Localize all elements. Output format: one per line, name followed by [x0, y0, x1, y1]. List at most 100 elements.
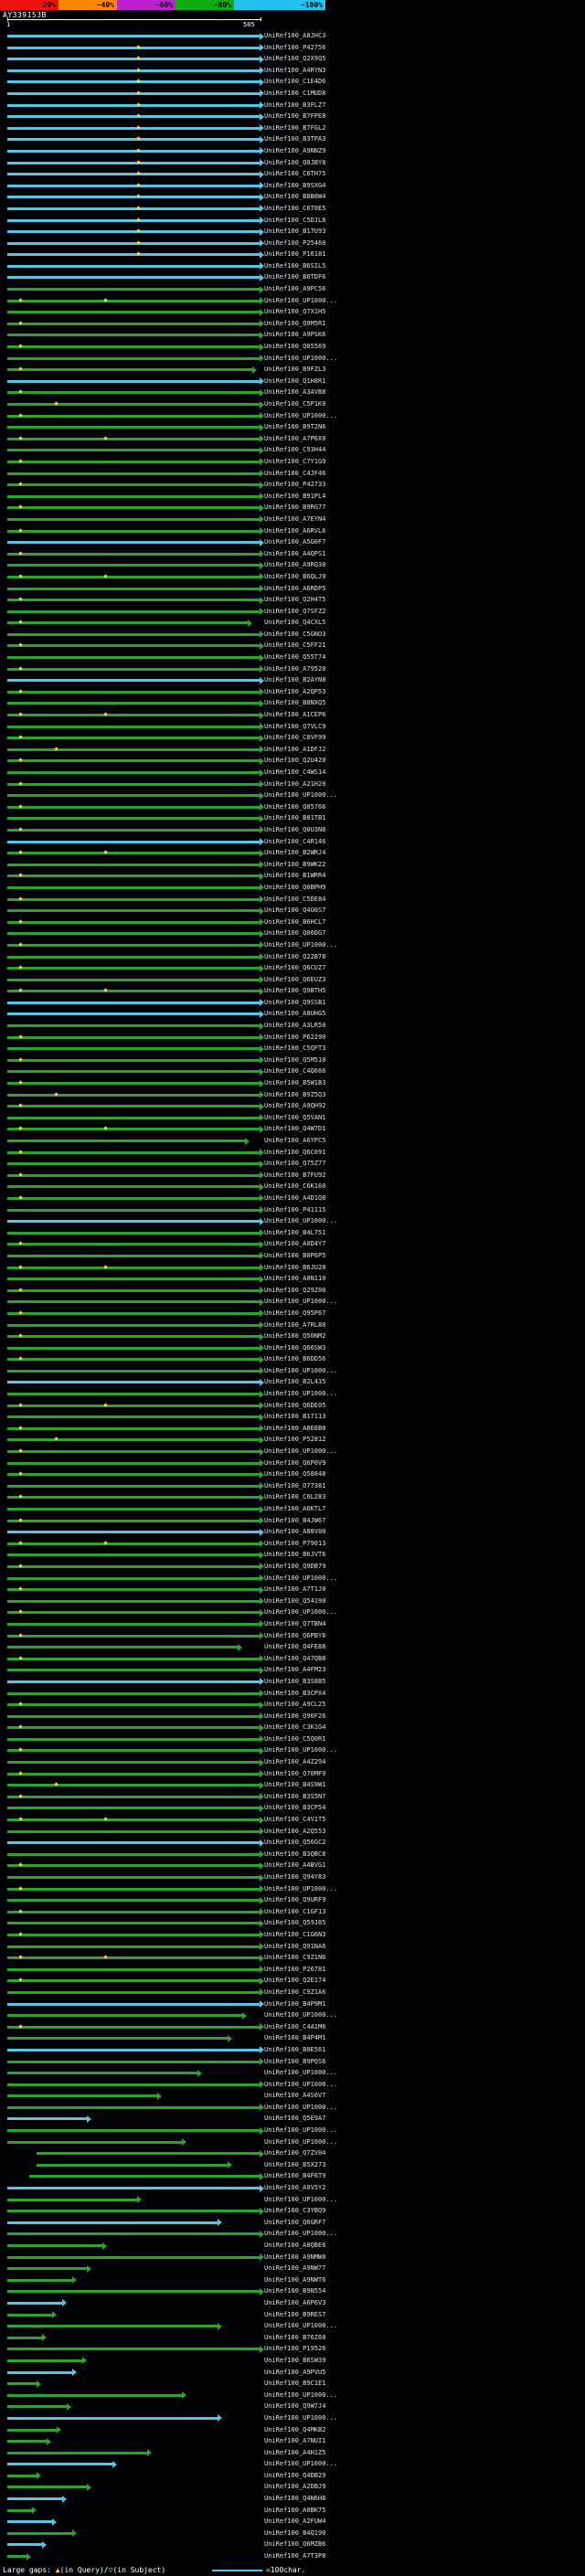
- hit-bar[interactable]: [7, 1519, 261, 1522]
- hit-bar[interactable]: [7, 1657, 261, 1660]
- hit-id-label[interactable]: UniRef100_Q47QB8: [264, 1655, 325, 1663]
- hit-id-label[interactable]: UniRef100_P42756: [264, 44, 325, 52]
- hit-bar[interactable]: [7, 1220, 261, 1224]
- hit-id-label[interactable]: UniRef100_B91PL4: [264, 493, 325, 501]
- hit-id-label[interactable]: UniRef100_B6HCL7: [264, 918, 325, 927]
- hit-bar[interactable]: [7, 253, 261, 257]
- hit-id-label[interactable]: UniRef100_UP1000...: [264, 1574, 337, 1583]
- hit-bar[interactable]: [7, 2232, 261, 2236]
- hit-id-label[interactable]: UniRef100_C5Q0R1: [264, 1735, 325, 1744]
- hit-bar[interactable]: [7, 1473, 261, 1477]
- hit-bar[interactable]: [7, 2440, 48, 2443]
- hit-bar[interactable]: [7, 978, 261, 981]
- hit-id-label[interactable]: UniRef100_P26781: [264, 1966, 325, 1974]
- hit-id-label[interactable]: UniRef100_Q4MKB2: [264, 2426, 325, 2434]
- hit-id-label[interactable]: UniRef100_Q2U420: [264, 757, 325, 765]
- hit-id-label[interactable]: UniRef100_Q6BPH9: [264, 884, 325, 892]
- hit-id-label[interactable]: UniRef100_B2WRJ4: [264, 849, 325, 857]
- hit-bar[interactable]: [7, 506, 261, 510]
- hit-id-label[interactable]: UniRef100_B2AYN8: [264, 676, 325, 684]
- hit-bar[interactable]: [7, 587, 261, 590]
- hit-bar[interactable]: [7, 1979, 261, 1983]
- hit-id-label[interactable]: UniRef100_B9SXG4: [264, 182, 325, 190]
- hit-bar[interactable]: [7, 1070, 261, 1074]
- hit-id-label[interactable]: UniRef100_A3AVB8: [264, 388, 325, 397]
- hit-bar[interactable]: [7, 1680, 261, 1683]
- hit-bar[interactable]: [7, 230, 261, 234]
- hit-id-label[interactable]: UniRef100_Q4G0S7: [264, 906, 325, 915]
- hit-id-label[interactable]: UniRef100_Q50NM2: [264, 1332, 325, 1341]
- hit-bar[interactable]: [7, 264, 261, 268]
- hit-bar[interactable]: [7, 2463, 112, 2466]
- hit-bar[interactable]: [7, 714, 261, 717]
- hit-bar[interactable]: [7, 575, 261, 578]
- hit-bar[interactable]: [7, 1795, 261, 1798]
- hit-id-label[interactable]: UniRef100_B17U93: [264, 228, 325, 236]
- hit-bar[interactable]: [7, 1922, 261, 1925]
- hit-bar[interactable]: [7, 449, 261, 452]
- hit-id-label[interactable]: UniRef100_A4Z294: [264, 1758, 325, 1766]
- hit-bar[interactable]: [7, 149, 261, 153]
- hit-bar[interactable]: [7, 2497, 62, 2501]
- hit-id-label[interactable]: UniRef100_C1MUD8: [264, 90, 325, 98]
- hit-id-label[interactable]: UniRef100_C3K1G4: [264, 1723, 325, 1732]
- hit-id-label[interactable]: UniRef100_C3YBQ9: [264, 2207, 325, 2215]
- hit-id-label[interactable]: UniRef100_Q6EUZ3: [264, 976, 325, 984]
- hit-bar[interactable]: [7, 702, 261, 705]
- hit-id-label[interactable]: UniRef100_B0P6P5: [264, 1252, 325, 1260]
- hit-id-label[interactable]: UniRef100_UP1000...: [264, 2391, 337, 2400]
- hit-id-label[interactable]: UniRef100_B8NXQ5: [264, 699, 325, 707]
- hit-bar[interactable]: [7, 1933, 261, 1936]
- hit-bar[interactable]: [7, 2416, 218, 2420]
- hit-id-label[interactable]: UniRef100_UP1000...: [264, 297, 337, 305]
- hit-bar[interactable]: [7, 1726, 261, 1730]
- hit-id-label[interactable]: UniRef100_Q55T74: [264, 653, 325, 662]
- hit-bar[interactable]: [7, 1208, 261, 1212]
- hit-bar[interactable]: [7, 1531, 261, 1534]
- hit-id-label[interactable]: UniRef100_UP1000...: [264, 2230, 337, 2238]
- hit-bar[interactable]: [7, 494, 261, 498]
- hit-id-label[interactable]: UniRef100_Q9M5R1: [264, 320, 325, 328]
- hit-id-label[interactable]: UniRef100_C1GF13: [264, 1908, 325, 1916]
- hit-id-label[interactable]: UniRef100_C6L283: [264, 1493, 325, 1501]
- hit-bar[interactable]: [7, 541, 261, 545]
- hit-bar[interactable]: [7, 2060, 261, 2063]
- hit-bar[interactable]: [7, 737, 261, 740]
- hit-bar[interactable]: [7, 1990, 261, 1994]
- hit-bar[interactable]: [7, 1288, 261, 1292]
- hit-bar[interactable]: [7, 1128, 261, 1131]
- hit-bar[interactable]: [7, 621, 248, 625]
- hit-bar[interactable]: [7, 138, 261, 142]
- hit-id-label[interactable]: UniRef100_Q06DG7: [264, 929, 325, 938]
- hit-bar[interactable]: [7, 1173, 261, 1177]
- hit-bar[interactable]: [7, 345, 261, 349]
- hit-id-label[interactable]: UniRef100_UP1000...: [264, 1390, 337, 1398]
- hit-bar[interactable]: [7, 1058, 261, 1062]
- hit-id-label[interactable]: UniRef100_UP1000...: [264, 2414, 337, 2422]
- hit-bar[interactable]: [7, 2336, 42, 2339]
- hit-id-label[interactable]: UniRef100_B7FU92: [264, 1171, 325, 1180]
- hit-id-label[interactable]: UniRef100_A8QBE6: [264, 2242, 325, 2250]
- hit-id-label[interactable]: UniRef100_A7P6X0: [264, 435, 325, 443]
- hit-bar[interactable]: [7, 2025, 261, 2029]
- hit-id-label[interactable]: UniRef100_P25460: [264, 239, 325, 248]
- hit-bar[interactable]: [7, 1818, 261, 1822]
- hit-bar[interactable]: [7, 1450, 261, 1454]
- hit-bar[interactable]: [7, 805, 261, 809]
- hit-id-label[interactable]: UniRef100_Q9W7J4: [264, 2402, 325, 2411]
- hit-id-label[interactable]: UniRef100_C4Q666: [264, 1067, 325, 1076]
- hit-bar[interactable]: [7, 1646, 238, 1649]
- hit-id-label[interactable]: UniRef100_C4WS14: [264, 769, 325, 777]
- hit-bar[interactable]: [7, 322, 261, 325]
- hit-id-label[interactable]: UniRef100_Q6MZB6: [264, 2540, 325, 2549]
- hit-bar[interactable]: [7, 173, 261, 176]
- hit-id-label[interactable]: UniRef100_Q5M510: [264, 1056, 325, 1065]
- hit-bar[interactable]: [7, 759, 261, 763]
- hit-id-label[interactable]: UniRef100_A9QH92: [264, 1102, 325, 1110]
- hit-bar[interactable]: [7, 1300, 261, 1304]
- hit-id-label[interactable]: UniRef100_A0N110: [264, 1275, 325, 1283]
- hit-id-label[interactable]: UniRef100_Q7ZV04: [264, 2149, 325, 2157]
- hit-id-label[interactable]: UniRef100_B3QBC8: [264, 1850, 325, 1859]
- hit-bar[interactable]: [7, 1761, 261, 1765]
- hit-id-label[interactable]: UniRef100_A8JHC3: [264, 32, 325, 40]
